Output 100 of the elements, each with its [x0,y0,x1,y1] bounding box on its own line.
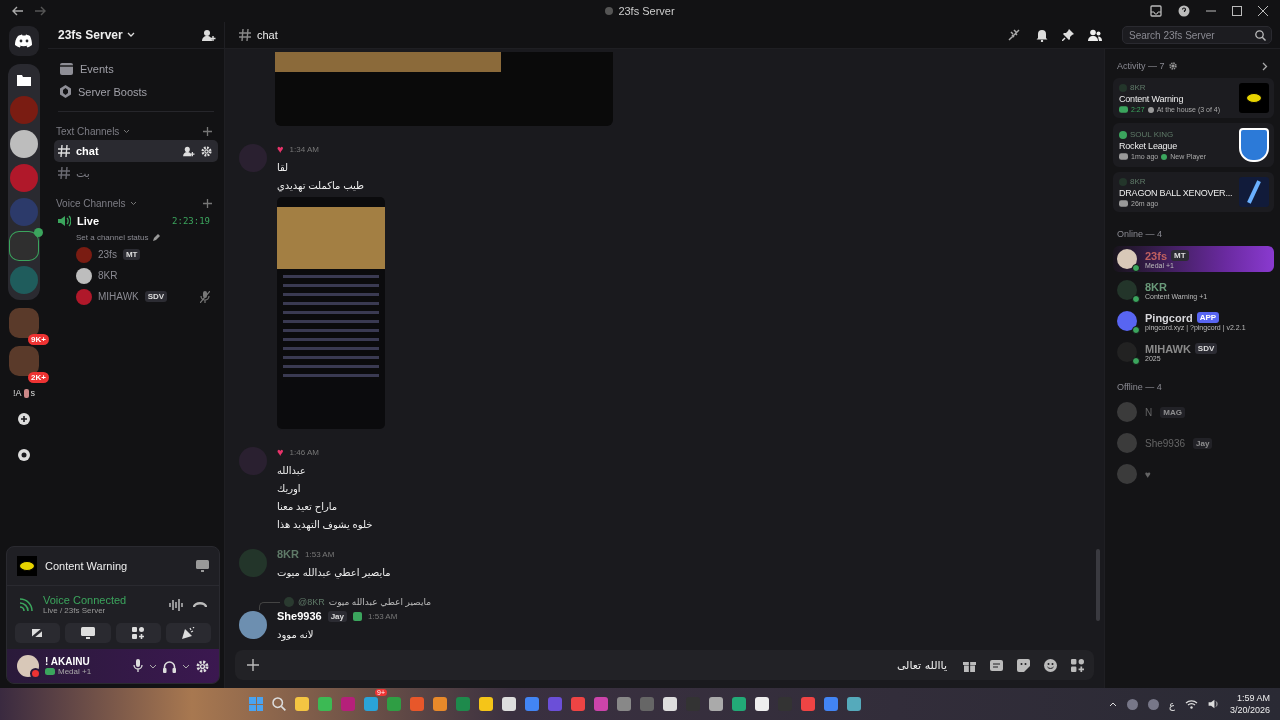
server-name[interactable]: s [30,388,35,398]
party-popper-icon[interactable] [181,627,195,639]
voice-location[interactable]: Live / 23fs Server [43,606,127,615]
voice-member-name[interactable]: 23fs [98,249,117,260]
clock-date[interactable]: 3/20/2026 [1229,704,1270,716]
message-input[interactable]: ياالله تعالى [275,657,949,673]
back-arrow-icon[interactable] [12,6,24,16]
home-button[interactable] [9,26,39,56]
voice-channel-item[interactable]: Live [77,215,99,227]
category-label[interactable]: Text Channels [56,125,120,137]
message-text: لانه موود [277,628,314,641]
server-icon[interactable] [10,130,38,158]
member-name[interactable]: 8KR [1145,280,1167,293]
screenshot-attachment[interactable] [275,52,613,126]
sidebar-item[interactable]: Server Boosts [78,85,148,98]
wifi-icon[interactable] [1184,699,1198,709]
scrollbar[interactable] [1096,549,1100,621]
start-icon[interactable] [249,697,263,711]
compass-icon[interactable] [18,449,30,461]
channel-status-link[interactable]: Set a channel status [76,232,149,242]
threads-icon[interactable] [1008,29,1022,41]
server-folder-icon[interactable] [9,308,39,338]
chevron-right-icon[interactable] [1262,61,1268,71]
message-author[interactable]: 8KR [277,548,299,560]
invite-icon[interactable] [183,145,195,157]
reply-mention[interactable]: @8KR [298,597,325,607]
emoji-icon[interactable] [1044,658,1057,672]
screen-share-button[interactable] [65,623,111,643]
help-icon[interactable] [1178,5,1190,17]
chevron-up-icon[interactable] [1109,701,1117,707]
members-icon[interactable] [1088,29,1102,41]
section-title: Offline — 4 [1117,382,1162,392]
soundboard-button[interactable] [165,623,211,643]
search-field[interactable]: Search 23fs Server [1122,26,1272,44]
chevron-down-icon[interactable] [149,663,157,669]
headphones-icon[interactable] [163,659,176,673]
gamepad-icon [1119,153,1128,160]
message-author[interactable]: She9936 [277,610,322,622]
voice-member-name[interactable]: MIHAWK [98,291,139,302]
search-icon[interactable] [272,697,286,711]
plus-icon[interactable] [247,659,259,671]
activities-button[interactable] [115,623,161,643]
pencil-icon[interactable] [152,233,161,241]
activities-icon[interactable] [132,627,145,639]
forward-arrow-icon[interactable] [34,6,46,16]
member-name[interactable]: MIHAWK [1145,342,1191,355]
category-label[interactable]: Voice Channels [56,197,126,209]
server-name[interactable]: !A [13,388,22,398]
channel-item[interactable]: chat [54,140,218,162]
sound-wave-icon[interactable] [169,598,183,611]
username[interactable]: ! AKAINU [45,656,92,667]
gif-icon[interactable] [990,659,1003,671]
sticker-icon[interactable] [1017,658,1030,672]
tray-icon[interactable] [1148,698,1159,710]
tray-icon[interactable] [1127,698,1138,710]
server-icon[interactable] [10,232,38,260]
plus-icon[interactable] [203,198,212,208]
camera-off-button[interactable] [15,623,61,643]
message-bar[interactable]: ياالله تعالى [235,650,1094,680]
screen-share-icon[interactable] [196,560,209,572]
user-avatar[interactable] [1117,249,1137,269]
maximize-icon[interactable] [1232,6,1242,16]
close-icon[interactable] [1258,6,1268,16]
user-avatar[interactable] [1117,311,1137,331]
server-name[interactable]: 23fs Server [58,28,123,42]
message-author[interactable]: ♥ [277,143,284,155]
hang-up-icon[interactable] [193,601,207,608]
reply-preview[interactable]: مايصير اعطي عبدالله ميوت [328,597,431,607]
user-avatar[interactable] [17,655,39,677]
user-avatar[interactable] [239,611,267,639]
user-avatar[interactable] [1117,342,1137,362]
camera-off-icon[interactable] [30,627,45,639]
invite-icon[interactable] [202,28,216,42]
user-avatar[interactable] [1117,280,1137,300]
member-name[interactable]: Pingcord [1145,311,1193,324]
sidebar-item[interactable]: Events [80,62,114,75]
bell-icon[interactable] [1036,28,1048,42]
pin-icon[interactable] [1062,29,1074,41]
folder-icon[interactable] [17,74,31,86]
channel-item[interactable]: بت [54,162,218,184]
server-folder[interactable] [8,64,40,300]
member-name[interactable]: 23fs [1145,249,1168,262]
voice-member-name[interactable]: 8KR [98,270,118,281]
discord-logo[interactable] [15,34,33,48]
microphone-icon[interactable] [133,659,143,673]
screen-share-icon[interactable] [80,627,95,639]
language-indicator[interactable]: ع [1169,698,1175,710]
user-avatar[interactable] [76,267,92,284]
chevron-down-icon[interactable] [182,663,190,669]
settings-icon[interactable] [1168,62,1177,70]
voice-status[interactable]: Voice Connected [43,594,127,606]
plus-icon[interactable] [203,126,212,136]
inbox-icon[interactable] [1150,5,1162,17]
screenshot-attachment[interactable] [277,197,385,429]
message-author[interactable]: ♥ [277,446,284,458]
call-timer: 2:23:19 [172,216,210,226]
clock-time[interactable]: 1:59 AM [1237,692,1270,704]
apps-icon[interactable] [1071,658,1084,672]
server-folder-icon[interactable] [9,346,39,376]
add-server-icon[interactable] [18,413,30,425]
